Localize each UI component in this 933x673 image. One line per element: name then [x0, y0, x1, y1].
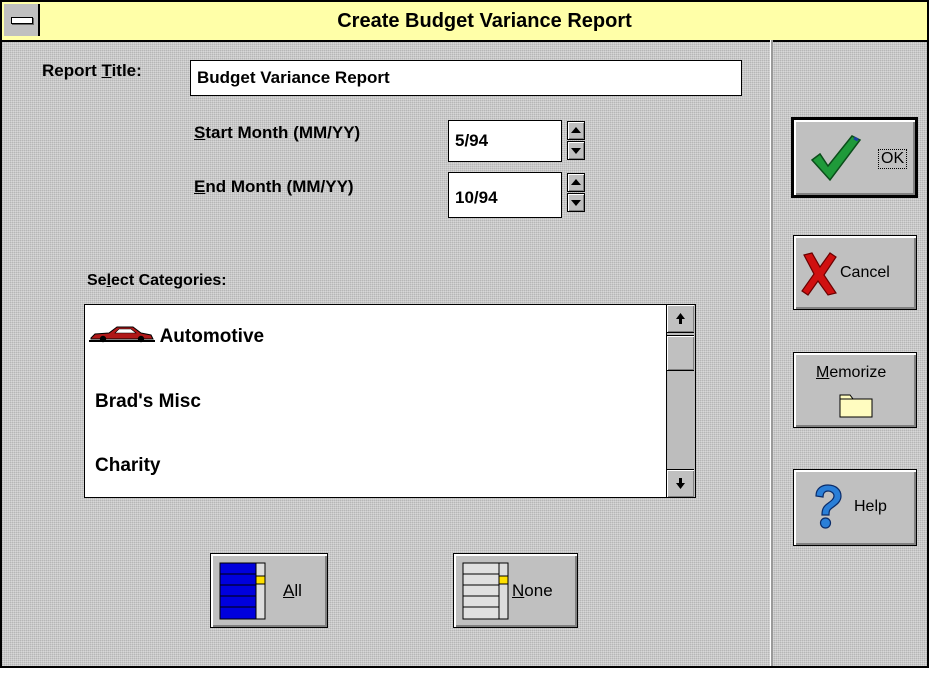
window-title: Create Budget Variance Report [337, 10, 632, 32]
arrow-up-icon [571, 127, 581, 133]
title-bar: Create Budget Variance Report [2, 2, 927, 42]
system-menu-button[interactable] [4, 4, 40, 36]
memorize-button[interactable]: Memorize [793, 352, 917, 428]
end-month-input[interactable]: 10/94 [448, 172, 562, 218]
memorize-label: Memorize [816, 364, 887, 381]
cancel-x-icon [801, 252, 837, 296]
start-month-label-accel: S [194, 123, 206, 142]
select-none-icon [462, 562, 509, 620]
list-item-label: Automotive [159, 326, 265, 347]
scroll-up-button[interactable] [667, 305, 694, 333]
list-item[interactable]: Charity [95, 455, 160, 477]
start-month-up-button[interactable] [567, 121, 585, 140]
categories-scrollbar[interactable] [666, 305, 695, 497]
button-pane-divider [770, 40, 773, 666]
start-month-input[interactable]: 5/94 [448, 120, 562, 162]
start-month-down-button[interactable] [567, 141, 585, 160]
select-all-label: All [283, 581, 302, 600]
checkmark-icon [810, 135, 862, 182]
arrow-up-icon [571, 179, 581, 185]
scroll-down-button[interactable] [667, 469, 694, 497]
end-month-down-button[interactable] [567, 193, 585, 212]
start-month-spinner [567, 121, 585, 160]
help-button[interactable]: Help [793, 469, 917, 546]
car-icon [89, 326, 155, 343]
arrow-down-icon [571, 200, 581, 206]
select-categories-label-pre: Se [87, 272, 107, 289]
question-mark-icon [815, 484, 842, 529]
select-none-label: None [512, 581, 553, 600]
scroll-thumb[interactable] [667, 335, 694, 371]
report-title-input[interactable]: Budget Variance Report [190, 60, 742, 96]
report-title-label-accel: T [101, 61, 112, 80]
arrow-down-icon [676, 478, 685, 489]
select-all-icon [219, 562, 266, 620]
arrow-up-icon [676, 313, 685, 324]
end-month-label-accel: E [194, 177, 206, 196]
end-month-label-post: nd Month (MM/YY) [205, 177, 354, 196]
start-month-label: Start Month (MM/YY) [194, 123, 360, 143]
select-categories-label: Select Categories: [87, 272, 227, 290]
ok-label: OK [878, 149, 908, 169]
ok-button[interactable]: OK [791, 117, 918, 198]
select-all-button[interactable]: All [210, 553, 328, 628]
dialog-window: Create Budget Variance Report Report Tit… [0, 0, 929, 668]
help-label: Help [854, 498, 887, 515]
start-month-label-post: tart Month (MM/YY) [205, 123, 361, 142]
report-title-label-pre: Report [42, 61, 102, 80]
system-menu-icon [11, 17, 33, 24]
end-month-up-button[interactable] [567, 173, 585, 192]
folder-icon [839, 394, 873, 418]
end-month-spinner [567, 173, 585, 212]
select-none-button[interactable]: None [453, 553, 578, 628]
report-title-label-post: itle: [111, 61, 142, 80]
arrow-down-icon [571, 148, 581, 154]
categories-listbox[interactable]: Automotive Brad's Misc Charity [84, 304, 696, 498]
cancel-button[interactable]: Cancel [793, 235, 917, 310]
list-item[interactable]: Automotive [89, 323, 264, 348]
report-title-label: Report Title: [42, 61, 142, 81]
list-item[interactable]: Brad's Misc [95, 391, 201, 413]
select-categories-label-post: ect Categories: [111, 272, 227, 289]
cancel-label: Cancel [840, 264, 890, 281]
end-month-label: End Month (MM/YY) [194, 177, 354, 197]
